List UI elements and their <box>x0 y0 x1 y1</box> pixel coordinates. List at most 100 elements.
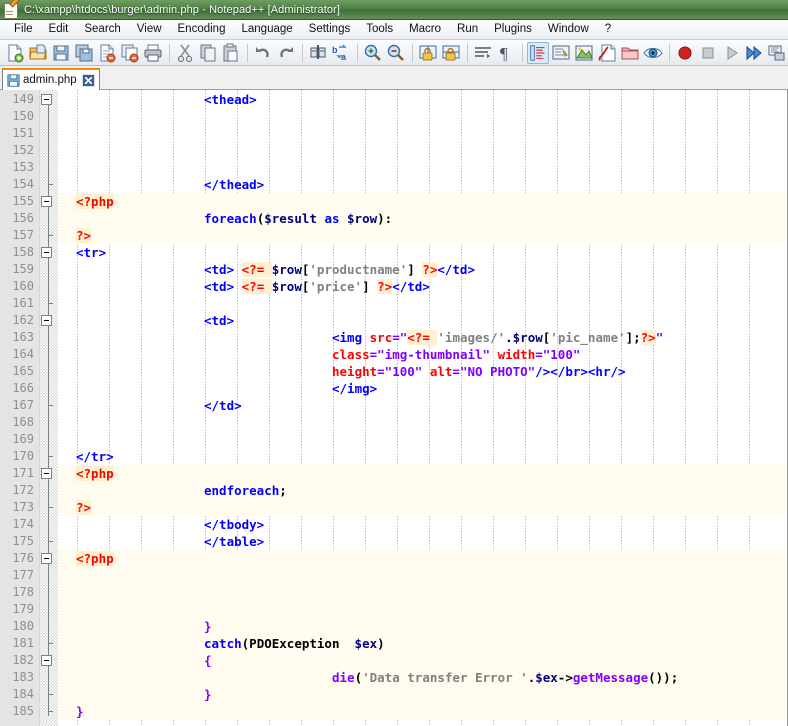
code-line[interactable]: foreach($result as $row): <box>58 210 788 227</box>
code-line[interactable]: <?php <box>58 465 788 482</box>
fold-marker-row[interactable] <box>40 244 58 261</box>
fold-marker-row[interactable] <box>40 397 58 414</box>
menu-search[interactable]: Search <box>76 21 128 38</box>
code-line[interactable]: height="100" alt="NO PHOTO"/></br><hr/> <box>58 363 788 380</box>
fold-marker-row[interactable] <box>40 295 58 312</box>
code-line[interactable] <box>58 601 788 618</box>
code-line[interactable] <box>58 567 788 584</box>
fold-marker-row[interactable] <box>40 618 58 635</box>
save-macro-icon[interactable] <box>766 42 788 64</box>
fold-marker-row[interactable] <box>40 550 58 567</box>
sync-vertical-scroll-icon[interactable] <box>417 42 439 64</box>
code-line[interactable]: catch(PDOException $ex) <box>58 635 788 652</box>
fold-collapse-icon[interactable] <box>41 315 52 326</box>
run-macro-multiple-icon[interactable] <box>743 42 765 64</box>
code-line[interactable] <box>58 142 788 159</box>
zoom-in-icon[interactable] <box>362 42 384 64</box>
record-macro-icon[interactable] <box>674 42 696 64</box>
fold-marker-row[interactable] <box>40 703 58 720</box>
fold-marker-row[interactable] <box>40 533 58 550</box>
code-line[interactable]: <?php <box>58 550 788 567</box>
code-line[interactable] <box>58 431 788 448</box>
fold-marker-row[interactable] <box>40 261 58 278</box>
copy-icon[interactable] <box>197 42 219 64</box>
fold-marker-row[interactable] <box>40 125 58 142</box>
word-wrap-icon[interactable] <box>472 42 494 64</box>
fold-marker-row[interactable] <box>40 431 58 448</box>
user-defined-language-icon[interactable] <box>550 42 572 64</box>
fold-marker-row[interactable] <box>40 652 58 669</box>
folder-as-workspace-icon[interactable] <box>619 42 641 64</box>
code-line[interactable]: ?> <box>58 227 788 244</box>
menu-help[interactable]: ? <box>597 21 619 38</box>
code-line[interactable]: <td> <box>58 312 788 329</box>
menu-encoding[interactable]: Encoding <box>170 21 234 38</box>
fold-marker-row[interactable] <box>40 193 58 210</box>
fold-marker-row[interactable] <box>40 686 58 703</box>
fold-marker-row[interactable] <box>40 584 58 601</box>
code-line[interactable]: <?php <box>58 193 788 210</box>
fold-marker-row[interactable] <box>40 499 58 516</box>
fold-marker-row[interactable] <box>40 635 58 652</box>
find-icon[interactable] <box>307 42 329 64</box>
code-line[interactable]: </thead> <box>58 176 788 193</box>
fold-marker-row[interactable] <box>40 142 58 159</box>
code-line[interactable]: } <box>58 703 788 720</box>
code-line[interactable]: </img> <box>58 380 788 397</box>
code-line[interactable]: </td> <box>58 397 788 414</box>
fold-marker-row[interactable] <box>40 669 58 686</box>
indent-guide-icon[interactable] <box>527 41 549 64</box>
cut-icon[interactable] <box>174 42 196 64</box>
close-file-icon[interactable] <box>96 42 118 64</box>
code-line[interactable]: endforeach; <box>58 482 788 499</box>
fold-marker-row[interactable] <box>40 380 58 397</box>
function-list-icon[interactable] <box>596 42 618 64</box>
replace-icon[interactable]: b a <box>330 42 352 64</box>
code-line[interactable]: <thead> <box>58 91 788 108</box>
code-line[interactable]: { <box>58 652 788 669</box>
paste-icon[interactable] <box>220 42 242 64</box>
menu-view[interactable]: View <box>129 21 170 38</box>
fold-marker-row[interactable] <box>40 159 58 176</box>
code-line[interactable] <box>58 108 788 125</box>
fold-marker-row[interactable] <box>40 567 58 584</box>
fold-collapse-icon[interactable] <box>41 94 52 105</box>
menu-language[interactable]: Language <box>233 21 300 38</box>
code-line[interactable]: </table> <box>58 533 788 550</box>
code-line[interactable]: } <box>58 618 788 635</box>
menu-file[interactable]: File <box>6 21 41 38</box>
code-line[interactable] <box>58 125 788 142</box>
fold-marker-row[interactable] <box>40 601 58 618</box>
close-tab-icon[interactable] <box>82 74 95 87</box>
code-line[interactable]: <td> <?= $row['productname'] ?></td> <box>58 261 788 278</box>
fold-marker-row[interactable] <box>40 108 58 125</box>
fold-marker-row[interactable] <box>40 312 58 329</box>
undo-icon[interactable] <box>252 42 274 64</box>
fold-marker-row[interactable] <box>40 329 58 346</box>
new-file-icon[interactable] <box>4 42 26 64</box>
code-line[interactable] <box>58 584 788 601</box>
fold-marker-row[interactable] <box>40 278 58 295</box>
code-line[interactable]: <td> <?= $row['price'] ?></td> <box>58 278 788 295</box>
playback-icon[interactable] <box>720 42 742 64</box>
fold-marker-row[interactable] <box>40 346 58 363</box>
fold-marker-row[interactable] <box>40 210 58 227</box>
show-all-characters-icon[interactable]: ¶ <box>495 42 517 64</box>
save-icon[interactable] <box>50 42 72 64</box>
print-icon[interactable] <box>142 42 164 64</box>
fold-collapse-icon[interactable] <box>41 655 52 666</box>
fold-marker-row[interactable] <box>40 448 58 465</box>
fold-collapse-icon[interactable] <box>41 196 52 207</box>
menu-plugins[interactable]: Plugins <box>486 21 540 38</box>
close-all-files-icon[interactable] <box>119 42 141 64</box>
code-line[interactable]: } <box>58 686 788 703</box>
zoom-out-icon[interactable] <box>385 42 407 64</box>
code-line[interactable]: <tr> <box>58 244 788 261</box>
code-folding-margin[interactable] <box>40 90 58 726</box>
sync-horizontal-scroll-icon[interactable] <box>440 42 462 64</box>
fold-marker-row[interactable] <box>40 176 58 193</box>
code-editor[interactable]: 149 150 151 152 153 154 155 156 157 158 159 160 161 1… <box>0 90 788 726</box>
monitoring-icon[interactable] <box>642 42 664 64</box>
fold-marker-row[interactable] <box>40 516 58 533</box>
code-line[interactable] <box>58 414 788 431</box>
